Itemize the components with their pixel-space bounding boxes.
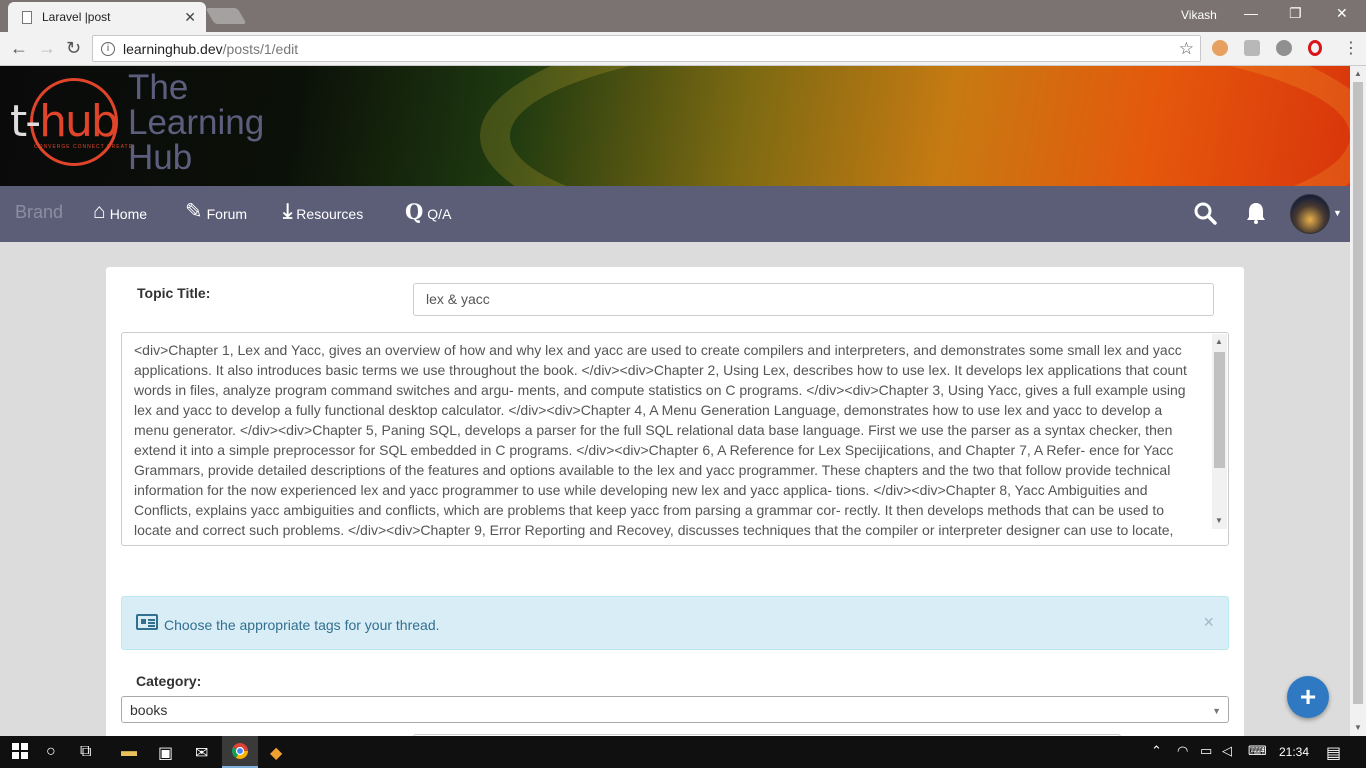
bookmark-star-icon[interactable]: ☆ bbox=[1179, 39, 1194, 59]
alert-close-button[interactable]: × bbox=[1203, 612, 1214, 633]
chrome-icon[interactable] bbox=[232, 743, 248, 764]
tab-title: Laravel |post bbox=[42, 10, 111, 24]
textarea-scroll-thumb[interactable] bbox=[1214, 352, 1225, 468]
category-select[interactable]: books ▼ bbox=[121, 696, 1229, 723]
minimize-icon[interactable]: — bbox=[1244, 5, 1258, 21]
info-icon[interactable]: i bbox=[101, 41, 115, 56]
browser-tab[interactable]: Laravel |post ✕ bbox=[8, 2, 206, 32]
profile-name[interactable]: Vikash bbox=[1181, 8, 1217, 22]
browser-titlebar: Laravel |post ✕ Vikash — ❐ ✕ bbox=[0, 0, 1366, 32]
page-scroll-thumb[interactable] bbox=[1353, 82, 1363, 704]
close-window-icon[interactable]: ✕ bbox=[1336, 5, 1348, 22]
task-view-icon[interactable]: ⧉ bbox=[80, 743, 91, 761]
category-label: Category: bbox=[136, 673, 202, 689]
body-line: <div>Chapter 1, Lex and Yacc, gives an o… bbox=[134, 342, 1182, 358]
page-scrollbar[interactable]: ▲ ▼ bbox=[1350, 66, 1366, 736]
download-icon: ⤓ bbox=[283, 200, 293, 223]
opera-icon[interactable] bbox=[1308, 40, 1322, 56]
q-icon: Q bbox=[405, 199, 424, 224]
battery-icon[interactable]: ▭ bbox=[1200, 743, 1212, 759]
alert-text: Choose the appropriate tags for your thr… bbox=[164, 617, 440, 633]
body-line: Conflicts, explains yacc ambiguities and… bbox=[134, 502, 1165, 518]
body-line: Grammars, provide detailed descriptions … bbox=[134, 462, 1171, 478]
body-line: extend it into a simple preprocessor for… bbox=[134, 442, 1174, 458]
scroll-up-icon[interactable]: ▲ bbox=[1215, 337, 1223, 346]
git-icon[interactable]: ◆ bbox=[270, 743, 282, 763]
url-path: /posts/1/edit bbox=[222, 40, 299, 57]
file-explorer-icon[interactable]: ▬ bbox=[121, 743, 137, 761]
clock-time[interactable]: 21:34 bbox=[1279, 745, 1309, 759]
extension-drive-icon[interactable] bbox=[1244, 40, 1260, 56]
site-title-line: Learning bbox=[128, 103, 265, 142]
logo-text-hub: hub bbox=[39, 96, 119, 147]
site-banner: t-hub CONVERGE CONNECT CREATE The Learni… bbox=[0, 66, 1350, 186]
nav-resources-label: Resources bbox=[296, 206, 364, 222]
add-post-button[interactable]: + bbox=[1287, 676, 1329, 718]
restore-icon[interactable]: ❐ bbox=[1289, 5, 1302, 22]
site-logo[interactable]: t-hub bbox=[10, 96, 119, 147]
main-navbar: Brand ⌂ Home ✎ Forum ⤓ Resources Q Q/A ▼ bbox=[0, 186, 1350, 242]
nav-home-label: Home bbox=[109, 206, 148, 222]
home-icon: ⌂ bbox=[93, 200, 106, 223]
forward-icon[interactable]: → bbox=[38, 38, 56, 59]
logo-subtext: CONVERGE CONNECT CREATE bbox=[34, 144, 133, 150]
category-selected-value: books bbox=[130, 702, 168, 718]
body-line: lex and yacc to develop a fully function… bbox=[134, 402, 1163, 418]
keyboard-icon[interactable]: ⌨ bbox=[1248, 743, 1267, 759]
nav-qa[interactable]: Q Q/A bbox=[405, 199, 452, 224]
store-icon[interactable]: ▣ bbox=[158, 743, 173, 763]
back-icon[interactable]: ← bbox=[10, 38, 28, 59]
url-host: learninghub.dev bbox=[123, 40, 223, 57]
windows-start-icon[interactable] bbox=[12, 743, 28, 764]
search-icon[interactable] bbox=[1193, 201, 1217, 231]
edit-icon: ✎ bbox=[185, 200, 203, 223]
tags-info-alert: Choose the appropriate tags for your thr… bbox=[121, 596, 1229, 650]
body-line: locate and correct such problems. </div>… bbox=[134, 522, 1174, 538]
nav-forum[interactable]: ✎ Forum bbox=[185, 200, 248, 223]
mail-icon[interactable]: ✉ bbox=[195, 743, 208, 763]
address-bar[interactable]: i learninghub.dev/posts/1/edit ☆ bbox=[92, 35, 1201, 62]
body-line: menu generator. </div><div>Chapter 5, Pa… bbox=[134, 422, 1173, 438]
bell-icon[interactable] bbox=[1244, 201, 1268, 231]
navbar-brand[interactable]: Brand bbox=[15, 202, 63, 223]
cortana-icon[interactable]: ○ bbox=[46, 743, 56, 761]
page-scroll-down-icon[interactable]: ▼ bbox=[1354, 723, 1362, 732]
action-center-icon[interactable]: ▤ bbox=[1326, 743, 1341, 763]
page-scroll-up-icon[interactable]: ▲ bbox=[1354, 69, 1362, 78]
logo-text-t: t- bbox=[10, 96, 41, 147]
post-body-textarea[interactable]: <div>Chapter 1, Lex and Yacc, gives an o… bbox=[121, 332, 1229, 546]
new-tab-button[interactable] bbox=[205, 8, 247, 24]
browser-toolbar: ← → ↻ i learninghub.dev/posts/1/edit ☆ ⋮ bbox=[0, 32, 1366, 66]
scroll-down-icon[interactable]: ▼ bbox=[1215, 516, 1223, 525]
caret-down-icon[interactable]: ▼ bbox=[1333, 208, 1342, 218]
nav-forum-label: Forum bbox=[206, 206, 248, 222]
post-body-text: <div>Chapter 1, Lex and Yacc, gives an o… bbox=[134, 340, 1206, 540]
body-line: information for the now experienced lex … bbox=[134, 482, 1148, 498]
nav-home[interactable]: ⌂ Home bbox=[93, 200, 148, 223]
chevron-down-icon: ▼ bbox=[1212, 706, 1221, 716]
newspaper-icon bbox=[136, 614, 158, 630]
extension-icon[interactable] bbox=[1276, 40, 1292, 56]
tray-up-icon[interactable]: ⌃ bbox=[1151, 743, 1162, 759]
textarea-scrollbar[interactable]: ▲ ▼ bbox=[1212, 334, 1227, 529]
nav-qa-label: Q/A bbox=[427, 206, 452, 222]
topic-title-input[interactable]: lex & yacc bbox=[413, 283, 1214, 316]
site-title: The Learning Hub bbox=[128, 70, 264, 175]
menu-dots-icon[interactable]: ⋮ bbox=[1343, 38, 1359, 58]
body-line: words in files, analyze program command … bbox=[134, 382, 1186, 398]
nav-resources[interactable]: ⤓ Resources bbox=[283, 200, 364, 223]
wifi-icon[interactable]: ◠ bbox=[1177, 743, 1188, 759]
topic-title-label: Topic Title: bbox=[137, 285, 211, 301]
extension-cookie-icon[interactable] bbox=[1212, 40, 1228, 56]
banner-swirl bbox=[480, 66, 1350, 186]
reload-icon[interactable]: ↻ bbox=[66, 38, 81, 59]
page-icon bbox=[22, 10, 32, 24]
site-title-line: The bbox=[128, 68, 189, 107]
close-tab-icon[interactable]: ✕ bbox=[184, 9, 196, 26]
volume-icon[interactable]: ◁ bbox=[1222, 743, 1232, 759]
site-title-line: Hub bbox=[128, 138, 193, 177]
windows-taskbar: ○ ⧉ ▬ ▣ ✉ ◆ ⌃ ◠ ▭ ◁ ⌨ 21:34 ▤ bbox=[0, 736, 1366, 768]
body-line: applications. It also introduces basic t… bbox=[134, 362, 1187, 378]
avatar[interactable] bbox=[1290, 194, 1330, 234]
